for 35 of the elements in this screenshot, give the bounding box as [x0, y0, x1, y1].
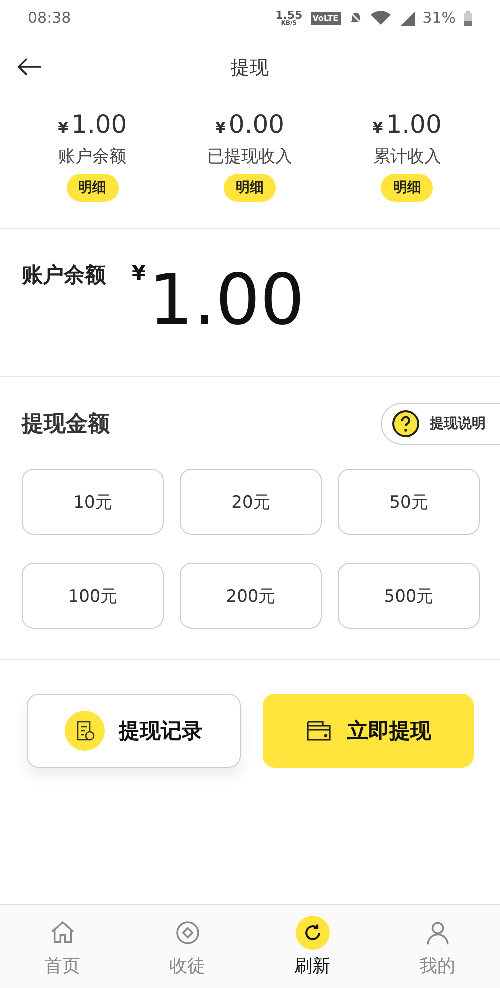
- status-time: 08:38: [28, 9, 72, 27]
- amount-option[interactable]: 20元: [180, 469, 322, 535]
- detail-button[interactable]: 明细: [224, 174, 276, 202]
- question-icon: [392, 410, 420, 438]
- balance-amount: ¥1.00: [132, 261, 305, 335]
- stat-label: 已提现收入: [207, 146, 292, 168]
- wifi-icon: [370, 11, 391, 25]
- amount-option[interactable]: 50元: [338, 469, 480, 535]
- stat-amount: ¥1.00: [372, 110, 442, 139]
- stat-label: 累计收入: [373, 146, 442, 168]
- page-title: 提现: [231, 56, 269, 81]
- stat-amount: ¥0.00: [215, 110, 285, 139]
- amount-option[interactable]: 10元: [22, 469, 164, 535]
- diamond-circle-icon: [174, 918, 202, 946]
- records-button[interactable]: 提现记录: [27, 694, 240, 768]
- battery-percent: 31%: [422, 9, 456, 27]
- document-icon: [64, 711, 105, 751]
- balance-label: 账户余额: [22, 262, 106, 289]
- tab-item[interactable]: 刷新: [250, 905, 375, 988]
- stat-label: 账户余额: [58, 146, 127, 168]
- wallet-icon: [305, 718, 334, 744]
- section-title: 提现金额: [22, 411, 110, 439]
- help-button[interactable]: 提现说明: [381, 403, 500, 445]
- amount-option[interactable]: 500元: [338, 563, 480, 629]
- battery-icon: [464, 10, 472, 26]
- detail-button[interactable]: 明细: [381, 174, 434, 202]
- muted-bell-icon: [348, 11, 363, 25]
- network-speed: 1.55: [276, 10, 303, 20]
- stat-amount: ¥1.00: [58, 110, 128, 139]
- network-badge: VoLTE: [310, 12, 341, 24]
- withdraw-button[interactable]: 立即提现: [262, 694, 474, 768]
- amount-option[interactable]: 200元: [180, 563, 322, 629]
- amount-option[interactable]: 100元: [22, 563, 164, 629]
- detail-button[interactable]: 明细: [66, 174, 119, 202]
- signal-icon: [398, 10, 415, 26]
